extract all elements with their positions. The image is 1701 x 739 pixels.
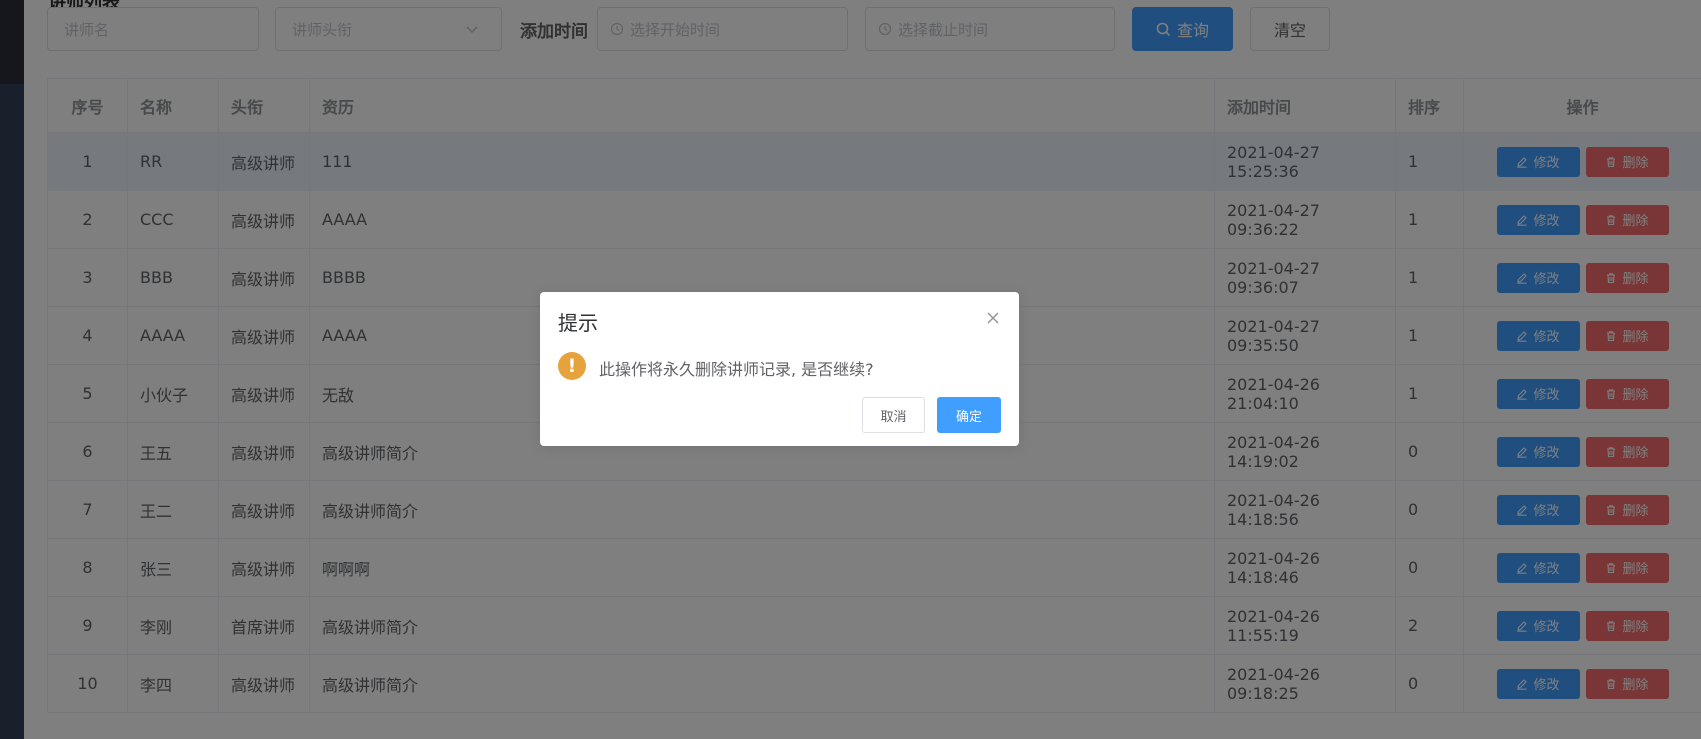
- confirm-dialog: 提示 ! 此操作将永久删除讲师记录, 是否继续? 取消 确定: [540, 292, 1019, 446]
- dialog-title: 提示: [558, 311, 598, 335]
- confirm-button[interactable]: 确定: [937, 397, 1001, 433]
- close-icon[interactable]: [985, 310, 1001, 326]
- warning-icon: !: [558, 352, 586, 380]
- cancel-button[interactable]: 取消: [862, 397, 925, 433]
- dialog-message: 此操作将永久删除讲师记录, 是否继续?: [599, 360, 874, 379]
